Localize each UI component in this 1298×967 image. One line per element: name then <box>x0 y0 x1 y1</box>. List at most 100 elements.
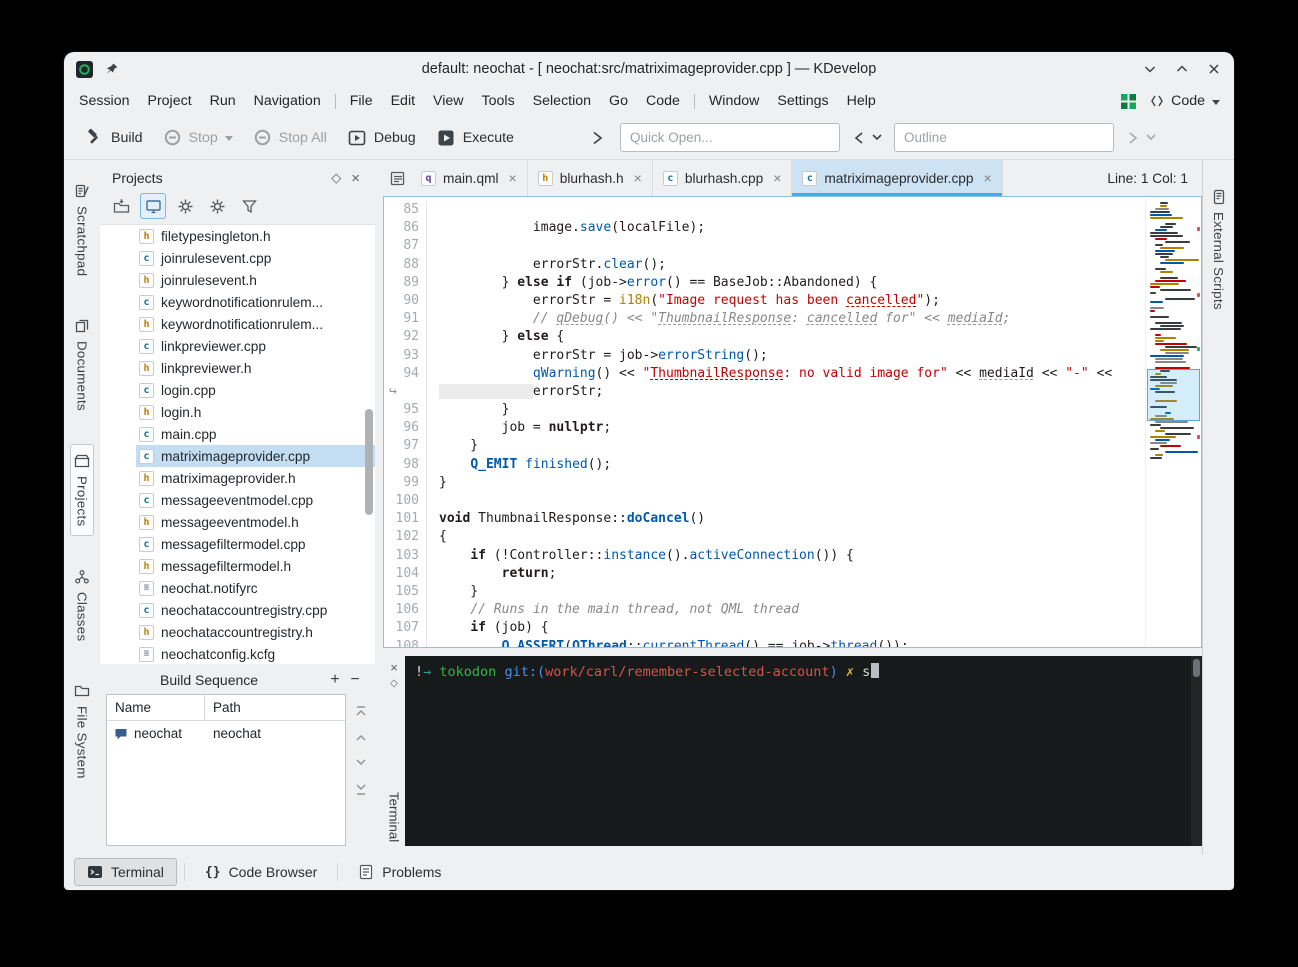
terminal-scrollbar[interactable] <box>1191 656 1202 846</box>
quick-open-input[interactable] <box>620 123 840 152</box>
code-line[interactable]: 106 // Runs in the main thread, not QML … <box>384 601 1145 619</box>
tree-item-neochataccountregistry-cpp[interactable]: cneochataccountregistry.cpp <box>136 599 375 621</box>
column-header-path[interactable]: Path <box>205 700 249 715</box>
line-number[interactable]: 85 <box>384 201 426 219</box>
move-up-icon[interactable] <box>354 733 368 742</box>
code-text[interactable]: return; <box>426 565 1145 583</box>
sidebar-tab-projects[interactable]: Projects <box>70 444 94 535</box>
statusbar-problems-button[interactable]: Problems <box>345 858 454 886</box>
tree-item-neochatconfig-kcfg[interactable]: ≡neochatconfig.kcfg <box>136 643 375 664</box>
line-number[interactable]: 106 <box>384 601 426 619</box>
tree-item-matriximageprovider-h[interactable]: hmatriximageprovider.h <box>136 467 375 489</box>
editor-tab-blurhash-cpp[interactable]: cblurhash.cpp× <box>653 160 793 196</box>
code-line[interactable]: 102{ <box>384 528 1145 546</box>
code-line[interactable]: 97 } <box>384 437 1145 455</box>
tree-item-main-cpp[interactable]: cmain.cpp <box>136 423 375 445</box>
code-text[interactable]: } <box>426 583 1145 601</box>
line-number[interactable]: 102 <box>384 528 426 546</box>
code-line[interactable]: 94 qWarning() << "ThumbnailResponse: no … <box>384 365 1145 383</box>
window-minimize-icon[interactable] <box>1142 61 1158 77</box>
code-text[interactable]: qWarning() << "ThumbnailResponse: no val… <box>426 365 1145 383</box>
menu-settings[interactable]: Settings <box>768 86 837 116</box>
sidebar-tab-file-system[interactable]: File System <box>70 674 94 788</box>
code-text[interactable]: job = nullptr; <box>426 419 1145 437</box>
toolbar-expand-icon[interactable] <box>590 130 604 146</box>
close-toolview-icon[interactable]: × <box>346 170 365 187</box>
menu-project[interactable]: Project <box>138 86 200 116</box>
tree-item-linkpreviewer-cpp[interactable]: clinkpreviewer.cpp <box>136 335 375 357</box>
code-text[interactable]: { <box>426 528 1145 546</box>
code-text[interactable]: } <box>426 437 1145 455</box>
code-line[interactable]: 90 errorStr = i18n("Image request has be… <box>384 292 1145 310</box>
code-text[interactable]: // Runs in the main thread, not QML thre… <box>426 601 1145 619</box>
window-maximize-icon[interactable] <box>1174 61 1190 77</box>
stop-all-button[interactable]: Stop All <box>243 122 337 153</box>
menu-session[interactable]: Session <box>70 86 138 116</box>
line-number[interactable]: 98 <box>384 456 426 474</box>
tab-close-icon[interactable]: × <box>509 171 517 185</box>
terminal-close-icon[interactable]: × <box>390 659 398 677</box>
code-text[interactable] <box>426 237 1145 255</box>
tree-item-joinrulesevent-h[interactable]: hjoinrulesevent.h <box>136 269 375 291</box>
code-line[interactable]: 88 errorStr.clear(); <box>384 256 1145 274</box>
tab-close-icon[interactable]: × <box>634 171 642 185</box>
code-line[interactable]: 100 <box>384 492 1145 510</box>
line-number[interactable]: 89 <box>384 274 426 292</box>
line-number[interactable]: 92 <box>384 328 426 346</box>
line-number[interactable]: 90 <box>384 292 426 310</box>
float-toolview-icon[interactable]: ◇ <box>326 170 346 186</box>
line-number[interactable]: 94 <box>384 365 426 383</box>
menu-navigation[interactable]: Navigation <box>245 86 330 116</box>
pin-icon[interactable] <box>105 62 119 76</box>
code-text[interactable]: errorStr.clear(); <box>426 256 1145 274</box>
code-text[interactable]: Q_EMIT finished(); <box>426 456 1145 474</box>
code-line[interactable]: 87 <box>384 237 1145 255</box>
code-text[interactable]: } <box>426 401 1145 419</box>
tree-item-keywordnotificationrulem-[interactable]: ckeywordnotificationrulem... <box>136 291 375 313</box>
open-project-icon[interactable] <box>108 193 134 219</box>
stop-button[interactable]: Stop <box>153 122 243 153</box>
line-number[interactable]: 100 <box>384 492 426 510</box>
tree-item-linkpreviewer-h[interactable]: hlinkpreviewer.h <box>136 357 375 379</box>
line-number[interactable]: 97 <box>384 437 426 455</box>
line-number[interactable]: 93 <box>384 347 426 365</box>
locate-current-document-icon[interactable] <box>140 193 166 219</box>
editor-tab-main-qml[interactable]: qmain.qml× <box>411 160 528 196</box>
menu-selection[interactable]: Selection <box>524 86 600 116</box>
window-close-icon[interactable] <box>1206 61 1222 77</box>
code-text[interactable]: if (!Controller::instance().activeConnec… <box>426 547 1145 565</box>
menu-tools[interactable]: Tools <box>473 86 524 116</box>
tree-item-neochat-notifyrc[interactable]: ≡neochat.notifyrc <box>136 577 375 599</box>
line-number[interactable]: 86 <box>384 219 426 237</box>
outline-next-icon[interactable] <box>1124 127 1142 149</box>
code-text[interactable]: image.save(localFile); <box>426 219 1145 237</box>
code-line[interactable]: 92 } else { <box>384 328 1145 346</box>
tree-item-filetypesingleton-h[interactable]: hfiletypesingleton.h <box>136 225 375 247</box>
execute-button[interactable]: Execute <box>426 122 524 154</box>
tree-item-keywordnotificationrulem-[interactable]: hkeywordnotificationrulem... <box>136 313 375 335</box>
sidebar-tab-external-scripts[interactable]: External Scripts <box>1207 180 1231 319</box>
menu-edit[interactable]: Edit <box>382 86 424 116</box>
menu-code[interactable]: Code <box>637 86 689 116</box>
code-line[interactable]: 91 // qDebug() << "ThumbnailResponse: ca… <box>384 310 1145 328</box>
code-line[interactable]: 93 errorStr = job->errorString(); <box>384 347 1145 365</box>
tree-item-matriximageprovider-cpp[interactable]: cmatriximageprovider.cpp <box>136 445 375 467</box>
menu-help[interactable]: Help <box>838 86 885 116</box>
code-line[interactable]: 89 } else if (job->error() == BaseJob::A… <box>384 274 1145 292</box>
quick-open-prev-icon[interactable] <box>850 127 868 149</box>
outline-input[interactable] <box>894 123 1114 152</box>
sidebar-tab-scratchpad[interactable]: Scratchpad <box>70 174 94 285</box>
code-lines[interactable]: 8586 image.save(localFile);8788 errorStr… <box>384 197 1145 647</box>
line-number[interactable]: 96 <box>384 419 426 437</box>
code-text[interactable]: } <box>426 474 1145 492</box>
tree-item-neochataccountregistry-h[interactable]: hneochataccountregistry.h <box>136 621 375 643</box>
terminal-detach-icon[interactable]: ◇ <box>390 677 398 691</box>
line-number[interactable]: 107 <box>384 619 426 637</box>
outline-menu-icon[interactable] <box>1142 129 1160 146</box>
code-text[interactable]: // qDebug() << "ThumbnailResponse: cance… <box>426 310 1145 328</box>
line-number[interactable]: 104 <box>384 565 426 583</box>
editor-tab-blurhash-h[interactable]: hblurhash.h× <box>528 160 653 196</box>
tab-close-icon[interactable]: × <box>773 171 781 185</box>
move-top-icon[interactable] <box>354 704 368 717</box>
code-editor[interactable]: 8586 image.save(localFile);8788 errorStr… <box>383 196 1202 648</box>
